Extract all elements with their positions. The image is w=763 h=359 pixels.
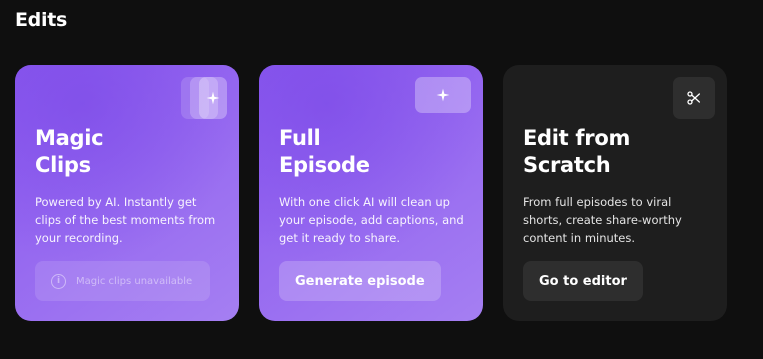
sparkle-icon bbox=[436, 88, 450, 102]
go-to-editor-button[interactable]: Go to editor bbox=[523, 261, 643, 301]
card-title: Full Episode bbox=[279, 126, 370, 177]
card-description: From full episodes to viral shorts, crea… bbox=[523, 195, 682, 245]
magic-clips-card: Magic Clips Powered by AI. Instantly get… bbox=[15, 65, 239, 321]
badge-layer bbox=[199, 77, 227, 119]
card-description: With one click AI will clean up your epi… bbox=[279, 195, 464, 245]
card-title: Magic Clips bbox=[35, 126, 104, 177]
magic-clips-unavailable-button: i Magic clips unavailable bbox=[35, 261, 210, 301]
scissors-icon bbox=[687, 91, 700, 105]
sparkle-icon bbox=[206, 91, 220, 105]
magic-clips-badge bbox=[181, 77, 227, 119]
edit-options: Magic Clips Powered by AI. Instantly get… bbox=[15, 65, 727, 321]
section-title: Edits bbox=[15, 9, 67, 31]
card-title: Edit from Scratch bbox=[523, 126, 631, 177]
info-icon: i bbox=[51, 273, 66, 289]
generate-episode-button[interactable]: Generate episode bbox=[279, 261, 441, 301]
edit-from-scratch-card: Edit from Scratch From full episodes to … bbox=[503, 65, 727, 321]
full-episode-card: Full Episode With one click AI will clea… bbox=[259, 65, 483, 321]
edit-from-scratch-badge bbox=[673, 77, 715, 119]
button-label: Magic clips unavailable bbox=[76, 275, 193, 287]
full-episode-badge bbox=[415, 77, 471, 113]
card-description: Powered by AI. Instantly get clips of th… bbox=[35, 195, 216, 245]
